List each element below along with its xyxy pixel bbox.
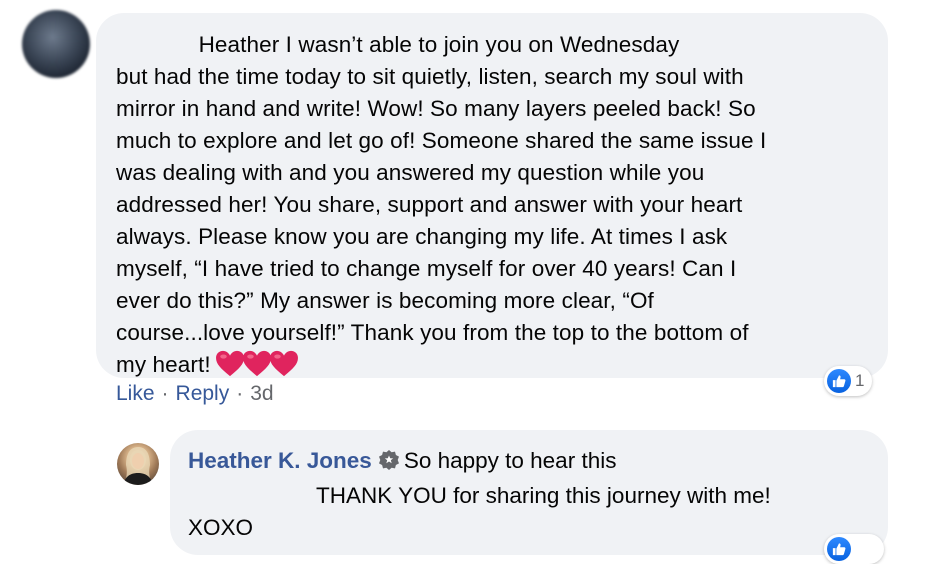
reply-avatar[interactable] [117,443,159,485]
heart-emojis [215,350,298,386]
heart-emoji [242,350,271,377]
reply-line-3: XOXO [188,515,254,540]
timestamp[interactable]: 3d [250,382,273,406]
reply-line-2: THANK YOU for sharing this journey with … [316,483,771,508]
like-button[interactable]: Like [116,382,155,406]
comment-avatar[interactable] [22,10,90,78]
reply-text: Heather K. Jones So happy to hear this THA… [188,445,878,544]
reply-reaction-summary[interactable] [824,534,884,564]
reply-line-1: So happy to hear this [403,448,617,473]
separator: · [236,382,244,405]
like-icon [827,537,851,561]
reaction-summary[interactable]: 1 [824,366,873,396]
comment-text: Heather I wasn’t able to join you on Wed… [116,29,886,386]
reaction-count: 1 [855,371,865,390]
heart-emoji [215,350,244,377]
separator: · [161,382,169,405]
reply-button[interactable]: Reply [176,382,230,406]
reply-author[interactable]: Heather K. Jones [188,448,372,473]
comment-actions: Like · Reply · 3d [116,382,274,406]
heart-emoji [269,350,298,377]
verified-badge-icon [378,448,400,480]
like-icon [827,369,851,393]
